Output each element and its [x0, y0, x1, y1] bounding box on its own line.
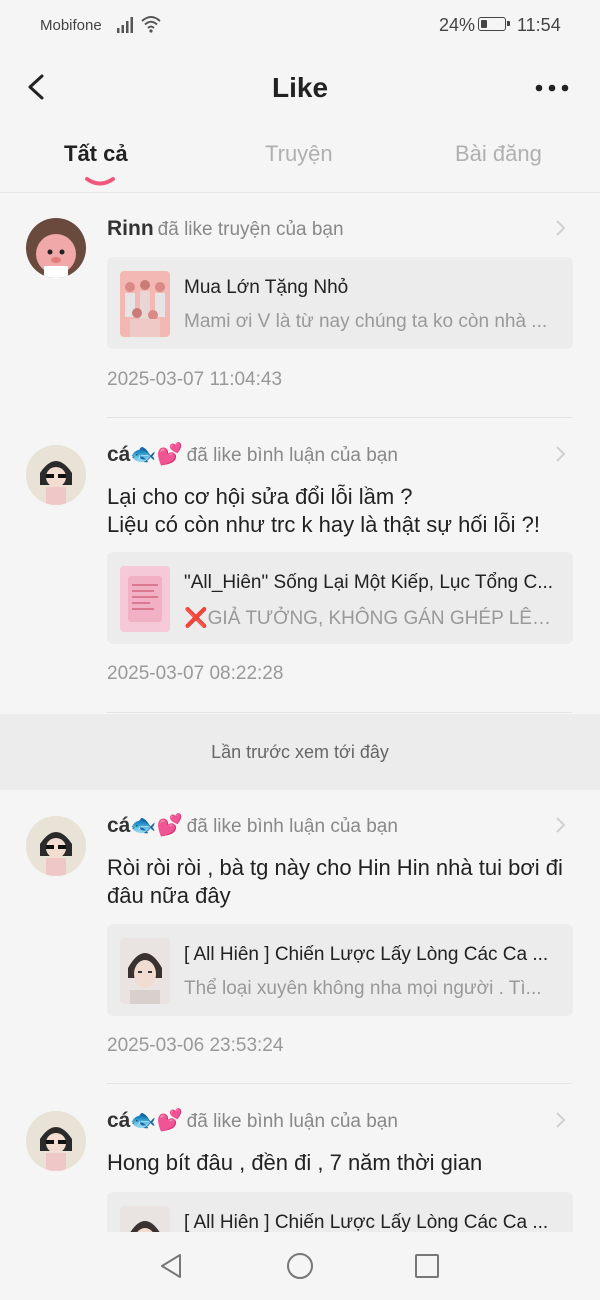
tab-all[interactable]: Tất cả — [64, 141, 128, 167]
comment-text: Hong bít đâu , đền đi , 7 năm thời gian — [107, 1150, 483, 1175]
avatar[interactable] — [26, 445, 86, 505]
like-notice: cá🐟💕 đã like bình luận của bạn — [107, 1109, 398, 1133]
last-seen-marker: Lần trước xem tới đây — [0, 714, 600, 790]
avatar[interactable] — [26, 816, 86, 876]
chevron-right-icon[interactable] — [553, 815, 567, 835]
user-emoji: 🐟💕 — [130, 814, 183, 837]
user-emoji: 🐟💕 — [130, 1109, 183, 1132]
nav-back-icon[interactable] — [158, 1252, 184, 1280]
comment-text: Lại cho cơ hội sửa đổi lỗi lầm ? Liệu có… — [107, 484, 541, 537]
wifi-icon — [141, 16, 161, 33]
story-title: [ All Hiên ] Chiến Lược Lấy Lòng Các Ca … — [184, 944, 549, 965]
divider — [107, 1083, 572, 1084]
action-text: đã like truyện của bạn — [157, 219, 344, 240]
user-name[interactable]: cá — [107, 1109, 130, 1132]
user-name[interactable]: cá — [107, 814, 130, 837]
divider — [107, 712, 572, 713]
like-notice: Rinn đã like truyện của bạn — [107, 217, 344, 241]
timestamp: 2025-03-07 11:04:43 — [107, 369, 283, 390]
story-card[interactable]: [ All Hiên ] Chiến Lược Lấy Lòng Các Ca … — [107, 1192, 573, 1232]
nav-recent-apps-icon[interactable] — [414, 1253, 440, 1279]
story-cover-image — [120, 271, 170, 337]
user-name[interactable]: Rinn — [107, 217, 154, 240]
list-item[interactable]: cá🐟💕 đã like bình luận của bạn Ròi ròi rò… — [0, 790, 600, 1085]
tab-posts[interactable]: Bài đăng — [455, 141, 542, 167]
page-title: Like — [271, 72, 329, 103]
tab-bar: Tất cả Truyện Bài đăng — [0, 126, 600, 193]
avatar[interactable] — [26, 218, 86, 278]
battery-percent: 24% — [439, 15, 476, 35]
story-description: ❌GIẢ TƯỞNG, KHÔNG GÁN GHÉP LÊN ... — [184, 608, 564, 629]
story-card[interactable]: Mua Lớn Tặng Nhỏ Mami ơi V là từ nay chú… — [107, 257, 573, 349]
divider — [107, 417, 572, 418]
like-notice: cá🐟💕 đã like bình luận của bạn — [107, 443, 398, 467]
story-card[interactable]: [ All Hiên ] Chiến Lược Lấy Lòng Các Ca … — [107, 924, 573, 1016]
list-item[interactable]: Rinn đã like truyện của bạn Mua Lớn Tặng … — [0, 193, 600, 418]
action-text: đã like bình luận của bạn — [186, 1111, 398, 1132]
story-title: "All_Hiên" Sống Lại Một Kiếp, Lục Tổng C… — [184, 572, 554, 593]
like-notice: cá🐟💕 đã like bình luận của bạn — [107, 814, 398, 838]
action-text: đã like bình luận của bạn — [186, 445, 398, 466]
tab-stories[interactable]: Truyện — [265, 141, 333, 167]
app-header: Like — [0, 50, 600, 126]
list-item[interactable]: cá🐟💕 đã like bình luận của bạn Lại cho cơ… — [0, 419, 600, 714]
clock: 11:54 — [517, 15, 561, 35]
status-bar: Mobifone 24% 11:54 — [0, 0, 600, 50]
nav-home-icon[interactable] — [286, 1252, 314, 1280]
chevron-right-icon[interactable] — [553, 218, 567, 238]
battery-icon — [478, 17, 510, 31]
carrier-name: Mobifone — [40, 17, 102, 34]
story-description: Mami ơi V là từ nay chúng ta ko còn nhà … — [184, 311, 548, 332]
chevron-right-icon[interactable] — [553, 1110, 567, 1130]
timestamp: 2025-03-06 23:53:24 — [107, 1035, 284, 1056]
story-cover-image — [120, 566, 170, 632]
system-nav-bar — [0, 1232, 600, 1300]
user-name[interactable]: cá — [107, 443, 130, 466]
timestamp: 2025-03-07 08:22:28 — [107, 663, 284, 684]
action-text: đã like bình luận của bạn — [186, 816, 398, 837]
avatar[interactable] — [26, 1111, 86, 1171]
story-title: [ All Hiên ] Chiến Lược Lấy Lòng Các Ca … — [184, 1212, 549, 1232]
signal-icon — [117, 17, 133, 33]
more-options-icon[interactable] — [532, 76, 572, 100]
active-tab-indicator — [85, 177, 115, 186]
story-cover-image — [120, 1206, 170, 1232]
chevron-right-icon[interactable] — [553, 444, 567, 464]
story-cover-image — [120, 938, 170, 1004]
user-emoji: 🐟💕 — [130, 443, 183, 466]
list-item[interactable]: cá🐟💕 đã like bình luận của bạn Hong bít đ… — [0, 1085, 600, 1232]
story-title: Mua Lớn Tặng Nhỏ — [184, 277, 349, 298]
story-card[interactable]: "All_Hiên" Sống Lại Một Kiếp, Lục Tổng C… — [107, 552, 573, 644]
story-description: Thể loại xuyên không nha mọi người . Tì.… — [184, 978, 542, 999]
comment-text: Ròi ròi ròi , bà tg này cho Hin Hin nhà … — [107, 855, 563, 908]
